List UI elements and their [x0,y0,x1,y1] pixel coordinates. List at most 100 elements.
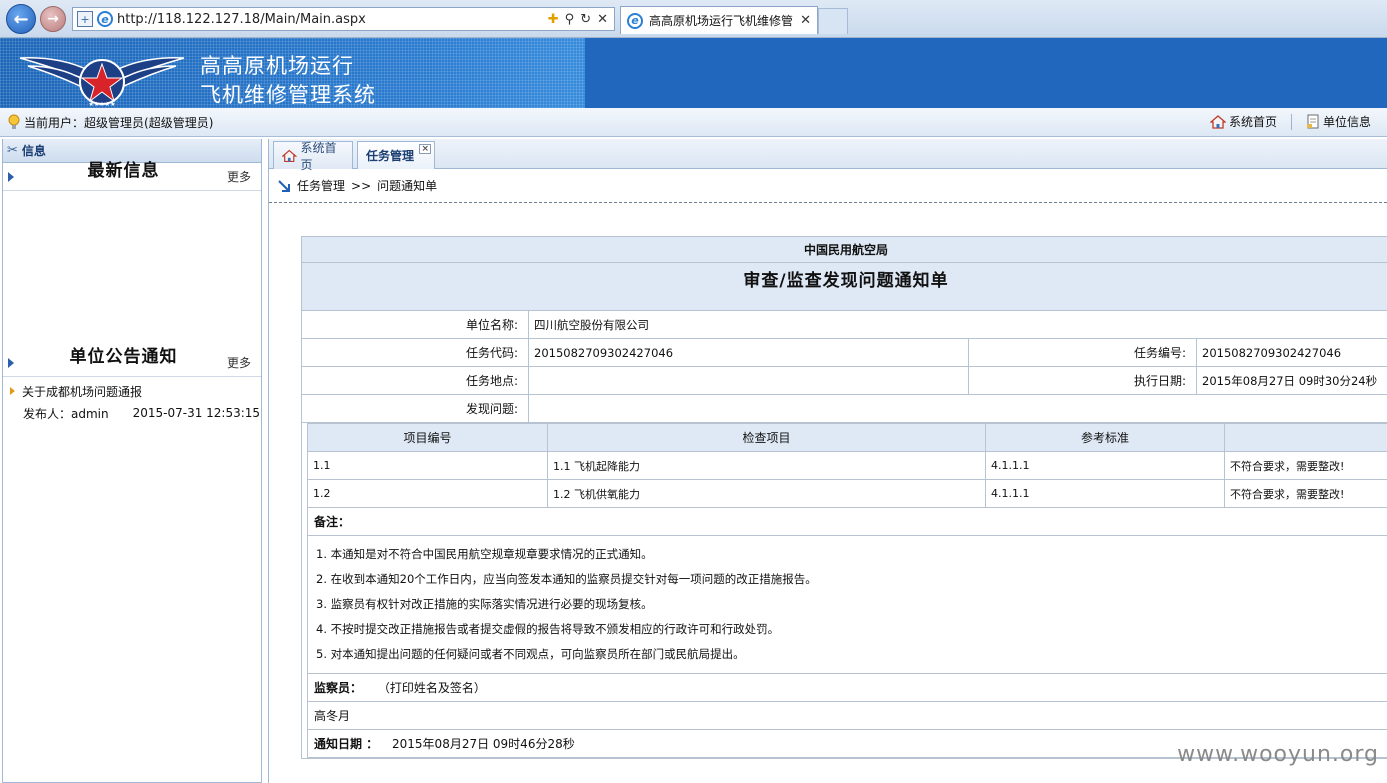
table-row: 1.1 1.1 飞机起降能力 4.1.1.1 不符合要求，需要整改! [307,451,1387,480]
exec-date-label: 执行日期: [968,366,1197,395]
tab-task-management-label: 任务管理 [366,149,415,163]
close-tab-icon[interactable]: ✕ [800,13,811,28]
task-number-label: 任务编号: [968,338,1197,367]
inspector-name: 高冬月 [307,701,1387,730]
shield-icon[interactable]: + [77,11,93,27]
new-tab-button[interactable] [818,8,848,34]
bullet-arrow-icon [10,387,15,395]
user-bar: 当前用户： 超级管理员(超级管理员) 系统首页 单位信息 [0,108,1387,137]
items-table-header: 项目编号 检查项目 参考标准 [307,423,1387,452]
compat-icon[interactable]: ✚ [548,12,559,27]
item-number-cell: 1.1 [307,451,548,480]
notify-date-value: 2015年08月27日 09时46分28秒 [392,737,575,751]
unit-name-value: 四川航空股份有限公司 [528,310,1387,339]
home-icon [282,149,297,162]
reference-standard-cell: 4.1.1.1 [985,451,1225,480]
browser-tab-title: 高高原机场运行飞机维修管... [649,14,795,28]
item-number-cell: 1.2 [307,479,548,508]
nav-home-link[interactable]: 系统首页 [1206,113,1281,130]
browser-tab[interactable]: e 高高原机场运行飞机维修管... ✕ [620,6,818,34]
note-item: 2. 在收到本通知20个工作日内，应当向签发本通知的监察员提交针对每一项问题的改… [316,572,817,586]
left-panel: ✂ 信息 最新信息 更多 单位公告通知 更多 关于成都机场问题通报 发布人：ad… [2,139,262,783]
home-icon [1209,114,1226,129]
problem-notice-form: 中国民用航空局 审查/监查发现问题通知单 单位名称: 四川航空股份有限公司 任务… [301,236,1387,759]
tab-task-management[interactable]: 任务管理 × [357,141,435,169]
notice-title[interactable]: 关于成都机场问题通报 [22,383,142,400]
banner-fill [585,38,1387,108]
refresh-icon[interactable]: ↻ [580,12,591,27]
notes-list: 1. 本通知是对不符合中国民用航空规章规章要求情况的正式通知。 2. 在收到本通… [307,535,1387,674]
remark-label: 备注： [307,507,1387,536]
nav-separator [1290,113,1292,130]
result-cell: 不符合要求，需要整改! [1224,451,1387,480]
svg-text:★★★★★: ★★★★★ [89,101,116,108]
search-icon[interactable]: ⚲ [565,12,575,27]
note-item: 4. 不按时提交改正措施报告或者提交虚假的报告将导致不颁发相应的行政许可和行政处… [316,622,780,636]
notice-publisher: 发布人：admin [23,406,109,421]
check-item-cell: 1.2 飞机供氧能力 [547,479,986,508]
arrow-down-right-icon [278,179,290,192]
inspector-label: 监察员： [314,681,363,695]
inspector-hint: （打印姓名及签名） [377,681,486,695]
tab-system-home[interactable]: 系统首页 [273,141,353,172]
task-code-label: 任务代码: [301,338,529,367]
latest-info-more-link[interactable]: 更多 [227,168,251,185]
url-text[interactable]: http://118.122.127.18/Main/Main.aspx [117,12,544,27]
latest-info-title: 最新信息 [87,160,160,181]
stop-icon[interactable]: ✕ [597,12,608,27]
breadcrumb-level2: 问题通知单 [377,179,438,193]
triangle-right-icon [8,357,14,368]
notice-meta: 发布人：admin 2015-07-31 12:53:15 [3,403,261,423]
col-item-number: 项目编号 [307,423,548,452]
task-code-value: 2015082709302427046 [528,338,969,367]
unit-notices-more-link[interactable]: 更多 [227,354,251,371]
task-place-label: 任务地点: [301,366,529,395]
nav-unit-info-link[interactable]: 单位信息 [1302,113,1375,130]
current-user-name: 超级管理员(超级管理员) [84,115,214,130]
tab-system-home-label: 系统首页 [300,140,337,172]
nav-home-label: 系统首页 [1228,115,1277,129]
note-item: 3. 监察员有权针对改正措施的实际落实情况进行必要的现场复核。 [316,597,653,611]
arrow-right-icon: → [47,11,59,27]
unit-notices-title: 单位公告通知 [69,346,178,367]
reference-standard-cell: 4.1.1.1 [985,479,1225,508]
breadcrumb: 任务管理 >> 问题通知单 [269,169,1387,203]
notify-date-label: 通知日期 ： [314,737,379,751]
task-place-value [528,366,969,395]
triangle-right-icon [8,171,14,182]
note-item: 5. 对本通知提出问题的任何疑问或者不同观点，可向监察员所在部门或民航局提出。 [316,647,745,661]
found-problem-value [528,394,1387,423]
exec-date-value: 2015年08月27日 09时30分24秒 [1196,366,1387,395]
result-cell: 不符合要求，需要整改! [1224,479,1387,508]
unit-name-label: 单位名称: [301,310,529,339]
note-item: 1. 本通知是对不符合中国民用航空规章规章要求情况的正式通知。 [316,547,653,561]
system-title-line2: 飞机维修管理系统 [200,83,376,107]
breadcrumb-separator: >> [351,178,372,193]
page-tab-strip: 系统首页 任务管理 × [269,139,1387,172]
app-banner: ★★★★★ 高高原机场运行 飞机维修管理系统 [0,38,1387,108]
col-check-item: 检查项目 [547,423,986,452]
watermark: www.wooyun.org [1177,742,1379,767]
tab-close-icon[interactable]: × [419,144,431,154]
form-title: 审查/监查发现问题通知单 [301,262,1387,311]
items-table-cell: 项目编号 检查项目 参考标准 1.1 1.1 飞机起降能力 4.1.1.1 不符… [301,422,1387,759]
notice-time: 2015-07-31 12:53:15 [132,406,261,420]
col-reference-standard: 参考标准 [985,423,1225,452]
address-bar[interactable]: + e http://118.122.127.18/Main/Main.aspx… [72,7,615,31]
table-row: 1.2 1.2 飞机供氧能力 4.1.1.1 不符合要求，需要整改! [307,479,1387,508]
forward-button[interactable]: → [40,6,66,32]
latest-info-header: 最新信息 更多 [3,161,261,191]
browser-chrome: ← → + e http://118.122.127.18/Main/Main.… [0,0,1387,38]
nav-unit-info-label: 单位信息 [1322,115,1371,129]
current-user-label: 当前用户： [24,115,85,130]
notice-form-table: 中国民用航空局 审查/监查发现问题通知单 单位名称: 四川航空股份有限公司 任务… [301,236,1387,759]
lightbulb-icon [8,114,20,129]
breadcrumb-level1[interactable]: 任务管理 [297,177,345,194]
ie-page-icon: e [97,11,113,27]
inspector-row: 监察员： （打印姓名及签名） [307,673,1387,702]
back-button[interactable]: ← [6,4,36,34]
top-nav: 系统首页 单位信息 [1206,113,1375,130]
found-problem-label: 发现问题: [301,394,529,423]
task-number-value: 2015082709302427046 [1196,338,1387,367]
tools-icon: ✂ [7,143,18,158]
